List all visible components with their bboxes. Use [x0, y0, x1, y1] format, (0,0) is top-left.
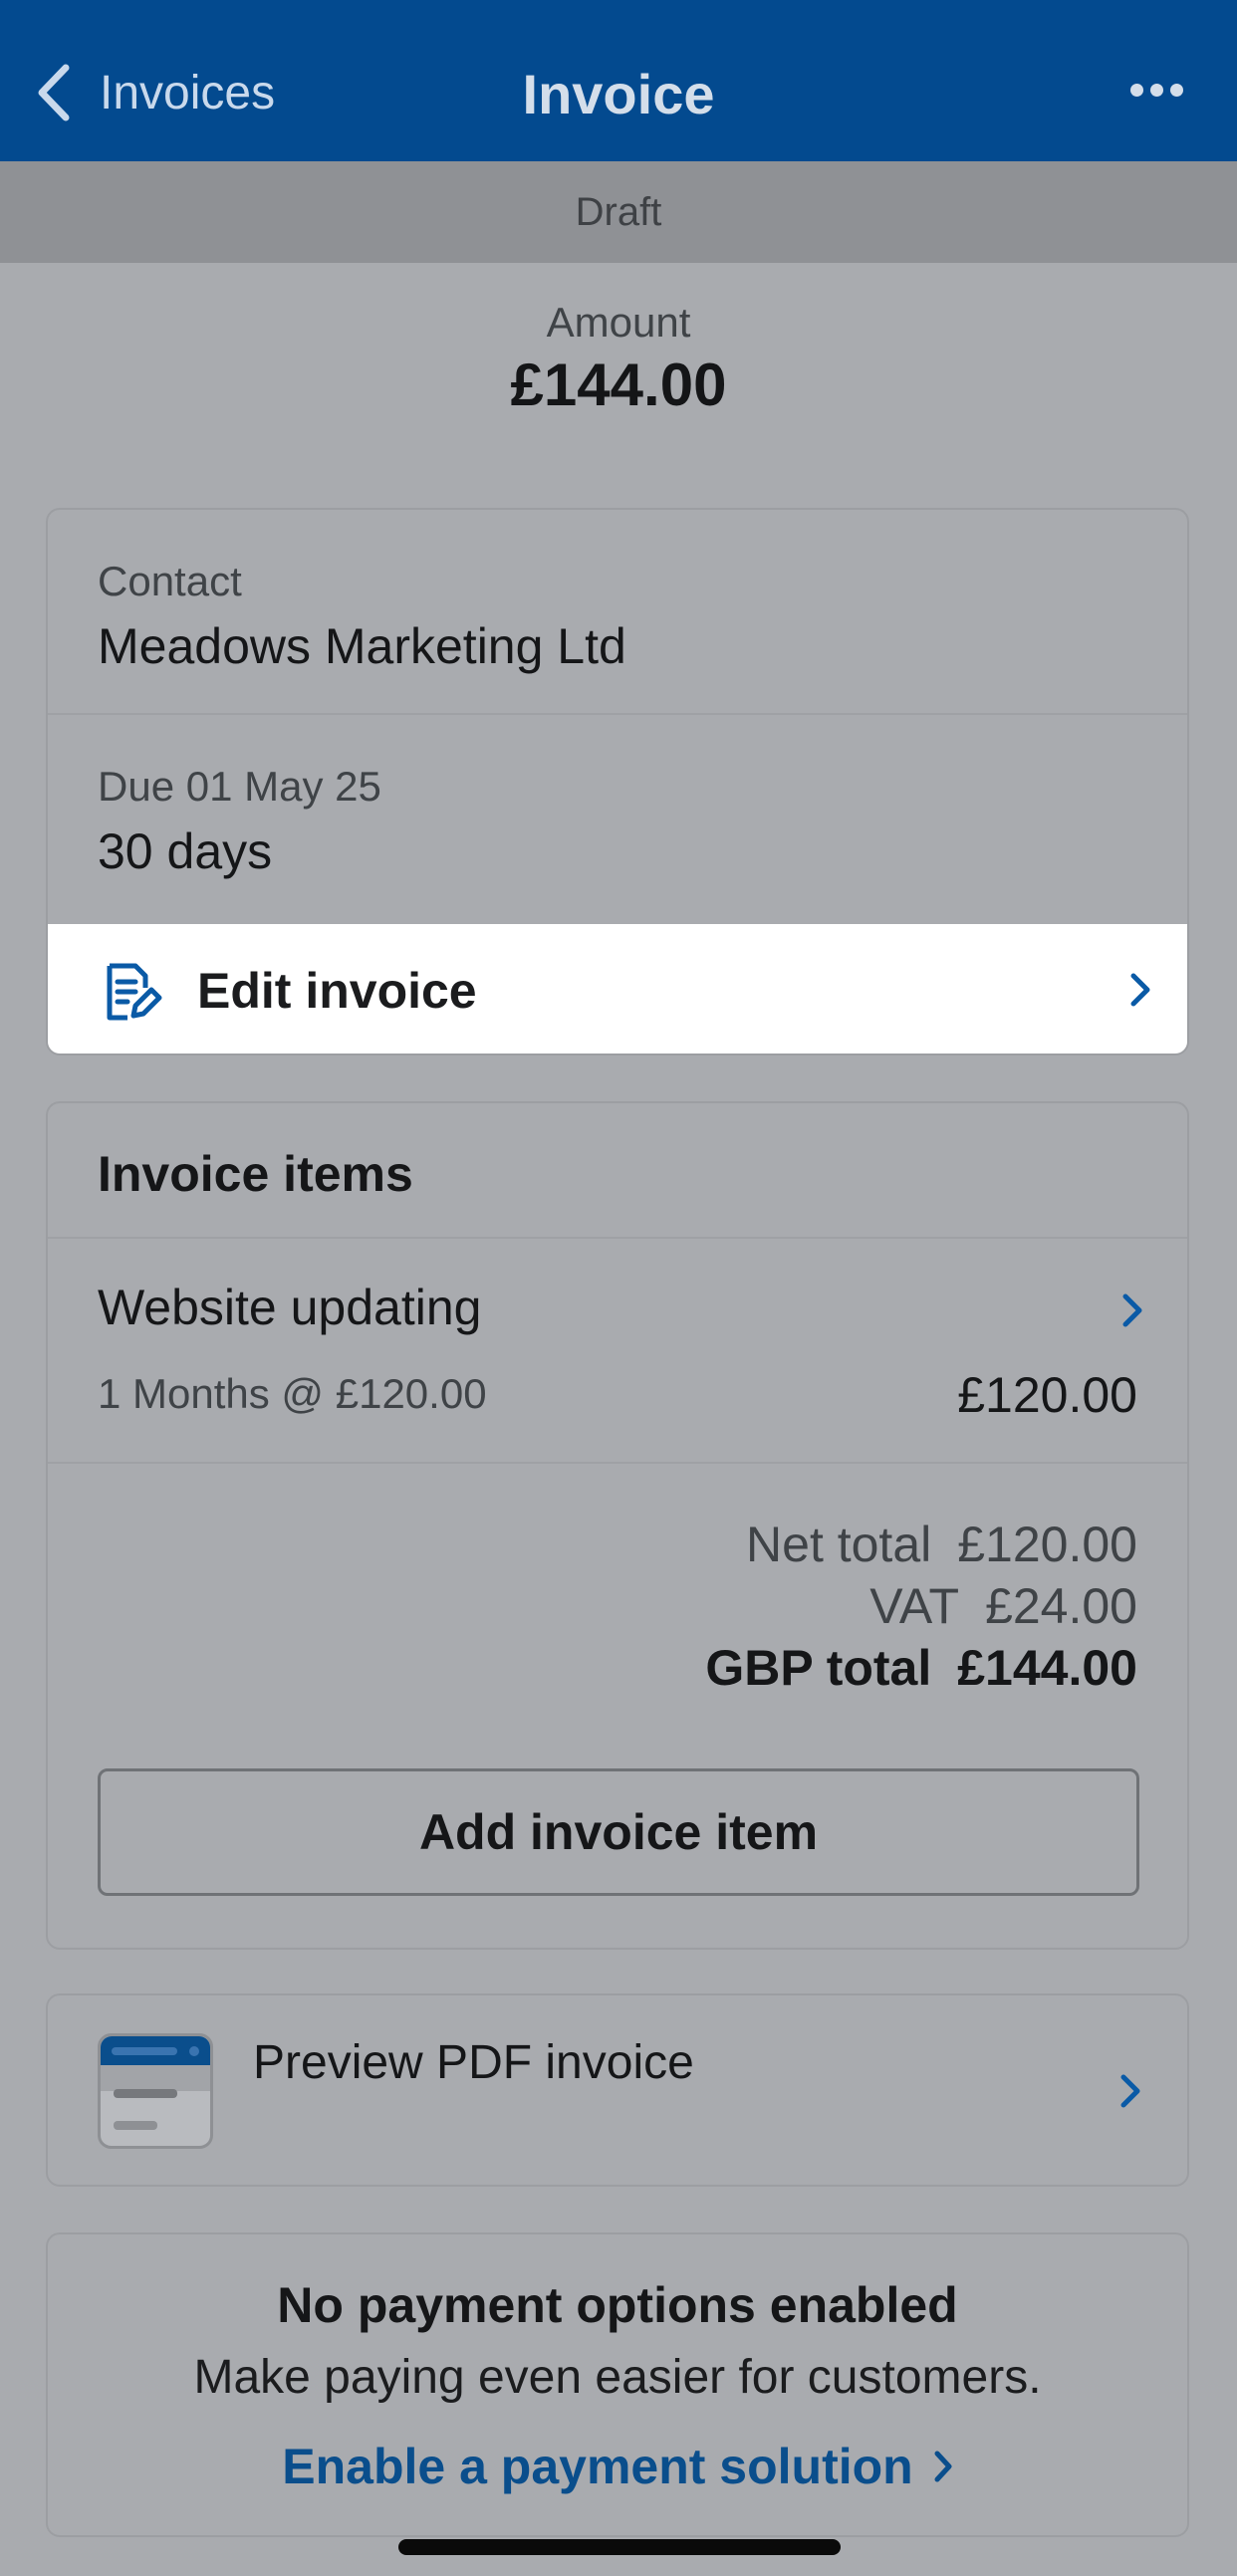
divider [48, 1462, 1187, 1464]
contact-value[interactable]: Meadows Marketing Ltd [98, 617, 626, 675]
chevron-right-icon [1130, 973, 1150, 1007]
pdf-preview-icon [98, 2033, 213, 2149]
more-dot-icon [1150, 84, 1163, 97]
item-amount: £120.00 [957, 1367, 1137, 1423]
vat-label: VAT [869, 1578, 960, 1634]
net-total-row: Net total £120.00 [746, 1516, 1137, 1573]
contact-label: Contact [98, 558, 242, 604]
more-dot-icon [1130, 84, 1143, 97]
payment-options-card: No payment options enabled Make paying e… [46, 2232, 1189, 2537]
gbp-total-value: £144.00 [957, 1640, 1137, 1696]
edit-invoice-label: Edit invoice [197, 963, 477, 1019]
due-label: Due 01 May 25 [98, 763, 381, 810]
preview-pdf-label: Preview PDF invoice [253, 2036, 694, 2089]
net-total-label: Net total [746, 1517, 932, 1572]
vat-value: £24.00 [985, 1578, 1137, 1634]
gbp-total-row: GBP total £144.00 [705, 1639, 1137, 1697]
enable-payment-label: Enable a payment solution [282, 2439, 913, 2494]
payment-title: No payment options enabled [277, 2277, 958, 2333]
amount-value: £144.00 [510, 351, 727, 418]
invoice-items-title: Invoice items [98, 1146, 413, 1202]
due-value[interactable]: 30 days [98, 822, 272, 880]
status-badge: Draft [0, 161, 1237, 263]
item-name: Website updating [98, 1280, 482, 1335]
more-dot-icon [1170, 84, 1183, 97]
divider [48, 1237, 1187, 1239]
preview-pdf-button[interactable]: Preview PDF invoice [46, 1993, 1189, 2187]
chevron-right-icon [1122, 1293, 1142, 1327]
amount-label: Amount [546, 299, 691, 346]
edit-document-icon [107, 963, 162, 1021]
net-total-value: £120.00 [957, 1517, 1137, 1572]
gbp-total-label: GBP total [705, 1640, 932, 1696]
invoice-items-card: Invoice items Website updating 1 Months … [46, 1101, 1189, 1950]
invoice-details-card: Contact Meadows Marketing Ltd Due 01 May… [46, 508, 1189, 1055]
home-indicator[interactable] [398, 2539, 841, 2555]
more-options-button[interactable] [1130, 84, 1183, 97]
navigation-bar: Invoices Invoice [0, 0, 1237, 161]
chevron-right-icon [1120, 2074, 1140, 2108]
vat-row: VAT £24.00 [869, 1577, 1137, 1635]
divider [48, 713, 1187, 715]
enable-payment-link[interactable]: Enable a payment solution [48, 2438, 1187, 2495]
page-title: Invoice [522, 63, 715, 125]
edit-invoice-button[interactable]: Edit invoice [48, 924, 1187, 1054]
payment-subtitle: Make paying even easier for customers. [193, 2351, 1042, 2404]
item-detail: 1 Months @ £120.00 [98, 1370, 487, 1417]
chevron-right-icon [934, 2451, 952, 2482]
add-invoice-item-button[interactable]: Add invoice item [98, 1768, 1139, 1896]
